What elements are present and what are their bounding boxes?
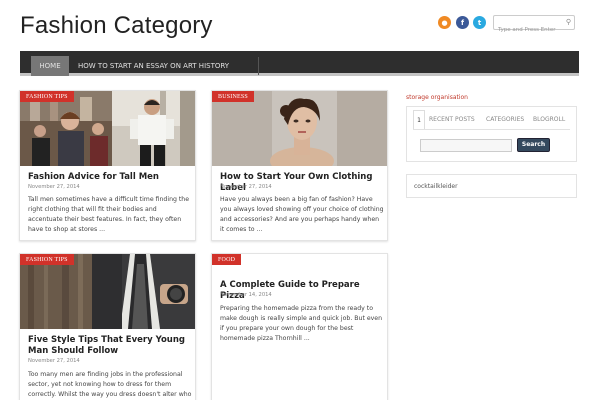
sidebar-widget-title[interactable]: storage organisation [406, 94, 468, 101]
post-card: FASHION TIPS Five Style Tips That Every … [19, 253, 196, 400]
sidebar-search-button[interactable]: Search [517, 138, 550, 152]
post-excerpt: Too many men are finding jobs in the pro… [28, 371, 192, 398]
post-card: BUSINESS How to Start Your Own Clothing … [211, 90, 388, 241]
twitter-icon[interactable]: t [473, 16, 486, 29]
category-widget: cocktailkleider [406, 174, 577, 198]
post-title[interactable]: How to Start Your Own Clothing Label [220, 172, 384, 194]
nav-item-home[interactable]: HOME [31, 56, 69, 76]
header-search: ⚲ [493, 15, 575, 37]
post-title[interactable]: A Complete Guide to Prepare Pizza [220, 280, 384, 302]
post-excerpt: Have you always been a big fan of fashio… [220, 196, 384, 233]
post-image[interactable]: BUSINESS [212, 91, 387, 166]
tab-widget: 1 RECENT POSTS CATEGORIES BLOGROLL Searc… [406, 106, 577, 162]
tab-1[interactable]: 1 [413, 110, 425, 129]
category-badge[interactable]: FASHION TIPS [20, 91, 74, 102]
post-title[interactable]: Fashion Advice for Tall Men [28, 172, 192, 183]
category-badge[interactable]: FASHION TIPS [20, 254, 74, 265]
nav-item-essay[interactable]: HOW TO START AN ESSAY ON ART HISTORY [78, 56, 229, 76]
facebook-icon[interactable]: f [456, 16, 469, 29]
tab-recent-posts[interactable]: RECENT POSTS [429, 110, 475, 129]
tab-divider [413, 129, 570, 130]
post-excerpt: Preparing the homemade pizza from the re… [220, 305, 383, 342]
category-badge[interactable]: BUSINESS [212, 91, 254, 102]
post-date: November 27, 2014 [220, 184, 272, 190]
post-date: November 27, 2014 [28, 184, 80, 190]
post-image[interactable]: FASHION TIPS [20, 91, 195, 166]
category-badge[interactable]: FOOD [212, 254, 242, 265]
post-excerpt: Tall men sometimes have a difficult time… [28, 196, 190, 233]
post-title[interactable]: Five Style Tips That Every Young Man Sho… [28, 335, 192, 357]
sidebar-search-input[interactable] [420, 139, 512, 152]
post-image[interactable]: FASHION TIPS [20, 254, 195, 329]
search-icon[interactable]: ⚲ [566, 18, 571, 26]
tab-blogroll[interactable]: BLOGROLL [533, 110, 565, 129]
category-link[interactable]: cocktailkleider [414, 183, 458, 190]
site-title[interactable]: Fashion Category [20, 12, 213, 40]
nav-divider [258, 57, 259, 75]
rss-icon[interactable]: ● [438, 16, 451, 29]
tab-categories[interactable]: CATEGORIES [486, 110, 524, 129]
main-nav: HOME HOW TO START AN ESSAY ON ART HISTOR… [20, 51, 579, 76]
post-card: FOOD A Complete Guide to Prepare Pizza N… [211, 253, 388, 400]
post-date: November 27, 2014 [28, 358, 80, 364]
header-search-input[interactable] [494, 23, 562, 37]
post-date: November 14, 2014 [220, 292, 272, 298]
post-card: FASHION TIPS Fashion Advice for Tall Men… [19, 90, 196, 241]
